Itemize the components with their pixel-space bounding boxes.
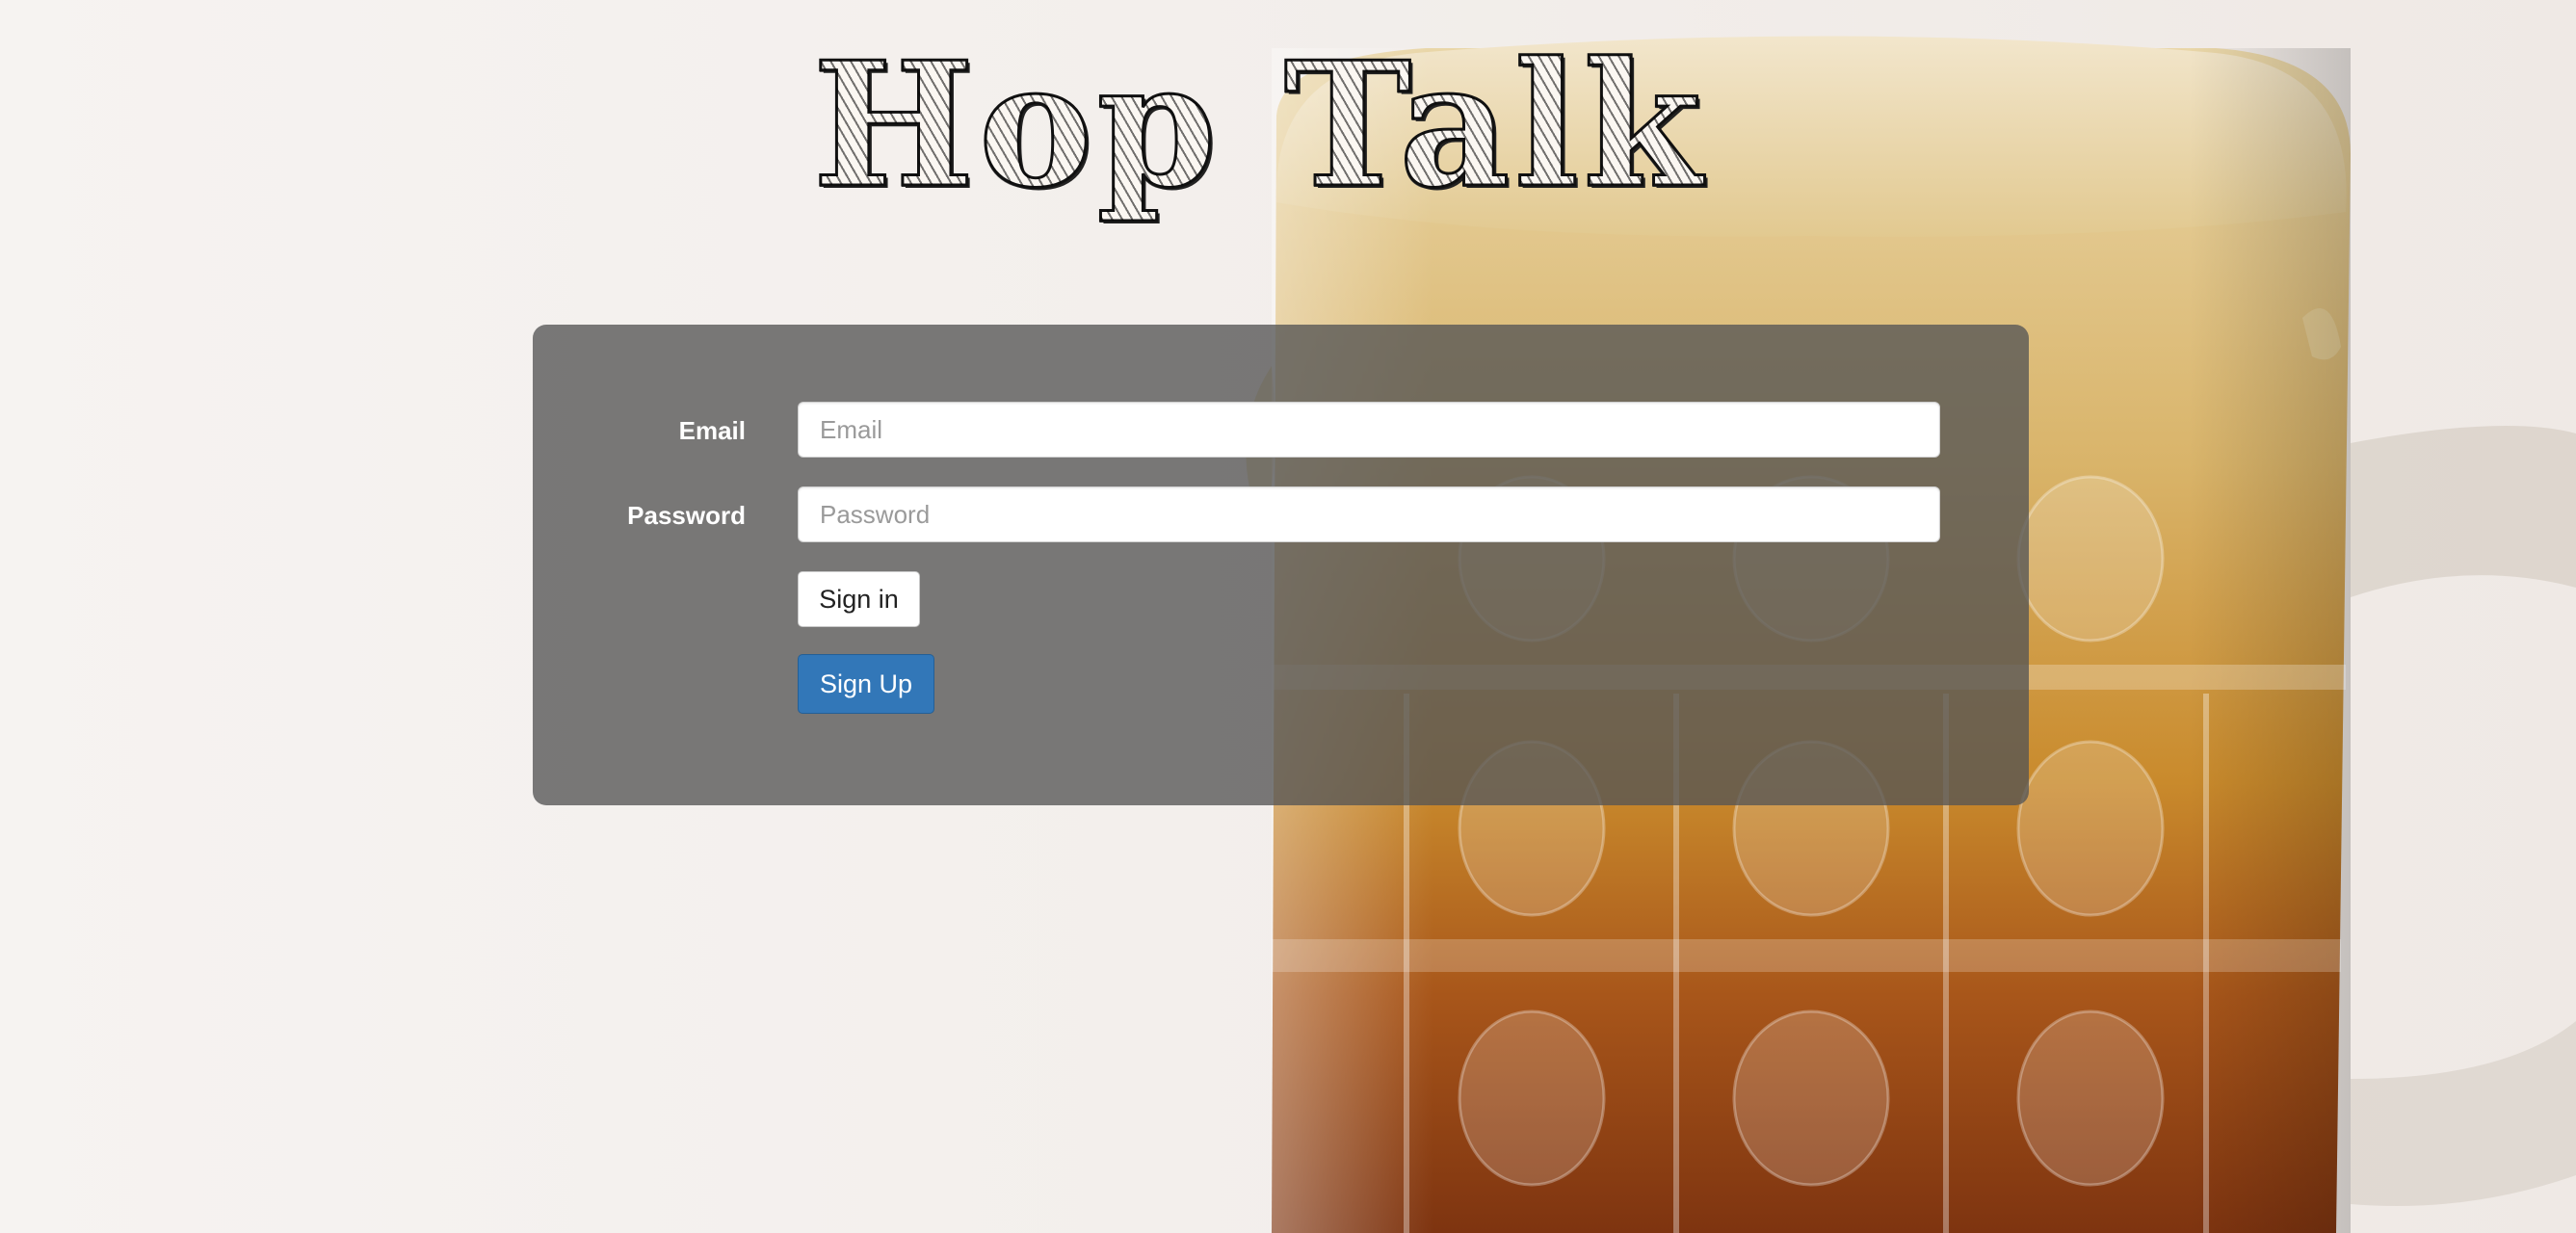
sign-in-button[interactable]: Sign in: [798, 571, 920, 627]
sign-up-button[interactable]: Sign Up: [798, 654, 934, 714]
password-label: Password: [627, 501, 746, 530]
email-label: Email: [678, 416, 746, 445]
email-input[interactable]: [798, 402, 1940, 458]
app-title: Hop Talk: [811, 24, 1706, 225]
login-page: Hop Talk Hop Talk Email Password Sign in…: [0, 0, 2576, 1233]
password-input[interactable]: [798, 486, 1940, 542]
login-form: Email Password Sign in Sign Up: [533, 325, 2029, 805]
